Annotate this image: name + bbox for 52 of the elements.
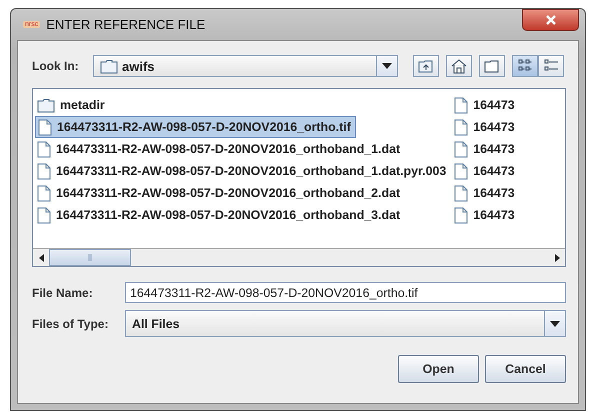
close-button[interactable] (522, 8, 579, 30)
file-list-item[interactable]: 164473 (452, 160, 519, 182)
file-list-item[interactable]: 164473 (452, 94, 519, 116)
file-list-item[interactable]: metadir (35, 94, 109, 116)
toolbar-button[interactable] (446, 55, 472, 77)
file-name-field[interactable]: 164473311-R2-AW-098-057-D-20NOV2016_ortho.tif (125, 282, 566, 303)
close-icon (546, 14, 556, 24)
up-folder-icon (418, 59, 434, 73)
file-type-dropdown[interactable]: All Files (125, 310, 566, 337)
look-in-label: Look In: (32, 59, 80, 73)
file-type-label: Files of Type: (32, 316, 110, 330)
file-name-label: File Name: (32, 286, 94, 300)
file-icon (37, 206, 51, 224)
scroll-left-icon[interactable] (38, 254, 44, 262)
toolbar-button[interactable] (479, 55, 505, 77)
file-list-item[interactable]: 164473311-R2-AW-098-057-D-20NOV2016_orthoband_2.dat (35, 182, 404, 204)
list-view-icon (518, 59, 532, 73)
toolbar-button[interactable] (413, 55, 439, 77)
caret-icon (382, 63, 392, 69)
file-icon (37, 184, 51, 202)
dialog-button[interactable]: Open (398, 355, 479, 383)
folder-icon (484, 59, 500, 73)
folder-icon (100, 58, 118, 74)
file-list-item[interactable]: 164473 (452, 204, 519, 226)
file-list-item[interactable]: 164473 (452, 182, 519, 204)
file-icon (37, 162, 51, 180)
caret-icon (550, 320, 560, 326)
dialog-button[interactable]: Cancel (485, 355, 566, 383)
folder-icon (37, 98, 55, 112)
scroll-right-icon[interactable] (554, 254, 560, 262)
window-title: ENTER REFERENCE FILE (46, 17, 206, 32)
file-list-item[interactable]: 164473311-R2-AW-098-057-D-20NOV2016_ortho.tif (35, 116, 356, 138)
file-icon (37, 140, 51, 158)
file-list-item[interactable]: 164473 (452, 116, 519, 138)
file-list-item[interactable]: 164473311-R2-AW-098-057-D-20NOV2016_orthoband_3.dat (35, 204, 404, 226)
horizontal-scrollbar[interactable] (33, 248, 565, 266)
toolbar-button[interactable] (538, 55, 564, 77)
file-icon (38, 118, 52, 136)
home-icon (451, 58, 467, 74)
file-icon (454, 206, 468, 224)
file-icon (454, 118, 468, 136)
file-list-item[interactable]: 164473311-R2-AW-098-057-D-20NOV2016_orthoband_1.dat (35, 138, 404, 160)
grip-icon (88, 254, 92, 261)
file-list-item[interactable]: 164473311-R2-AW-098-057-D-20NOV2016_orthoband_1.dat.pyr.003 (35, 160, 450, 182)
file-icon (454, 184, 468, 202)
look-in-dropdown[interactable]: awifs (93, 55, 398, 77)
file-icon (454, 140, 468, 158)
file-icon (454, 96, 468, 114)
file-list-item[interactable]: 164473 (452, 138, 519, 160)
toolbar-button[interactable] (512, 55, 538, 77)
details-view-icon (544, 59, 558, 73)
file-icon (454, 162, 468, 180)
